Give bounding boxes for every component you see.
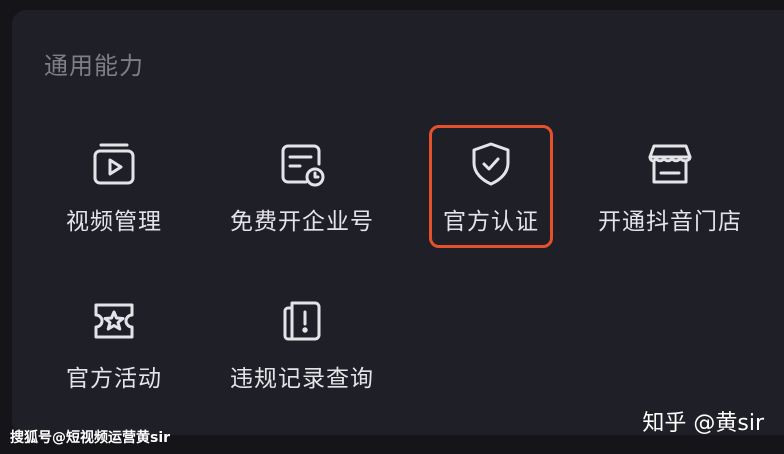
grid-item-label: 违规记录查询 bbox=[230, 366, 374, 392]
grid-item-open-douyin-store[interactable]: 开通抖音门店 bbox=[580, 140, 760, 270]
watermark-sohu: 搜狐号@短视频运营黄sir bbox=[10, 430, 171, 446]
grid-item-video-management[interactable]: 视频管理 bbox=[24, 140, 204, 270]
grid-item-free-enterprise[interactable]: 免费开企业号 bbox=[212, 140, 392, 270]
grid-item-official-activities[interactable]: 官方活动 bbox=[24, 297, 204, 427]
watermark-zhihu: 知乎 @黄sir bbox=[642, 411, 764, 436]
grid-item-label: 视频管理 bbox=[66, 209, 162, 235]
highlight-annotation-box bbox=[429, 125, 553, 248]
video-folder-icon bbox=[90, 140, 138, 188]
enterprise-clock-icon bbox=[278, 140, 326, 188]
grid-item-label: 官方活动 bbox=[66, 366, 162, 392]
section-title: 通用能力 bbox=[44, 52, 144, 80]
star-ticket-icon bbox=[90, 297, 138, 345]
grid-item-violation-records[interactable]: 违规记录查询 bbox=[212, 297, 392, 427]
storefront-icon bbox=[646, 140, 694, 188]
grid-item-label: 免费开企业号 bbox=[230, 209, 374, 235]
general-abilities-panel: 通用能力 视频管理 免费开企业号 官方认证 开通抖音门店 官方活动 违规记录查询 bbox=[12, 10, 784, 435]
violation-record-icon bbox=[278, 297, 326, 345]
grid-item-label: 开通抖音门店 bbox=[598, 209, 742, 235]
page: 通用能力 视频管理 免费开企业号 官方认证 开通抖音门店 官方活动 违规记录查询… bbox=[0, 0, 784, 454]
